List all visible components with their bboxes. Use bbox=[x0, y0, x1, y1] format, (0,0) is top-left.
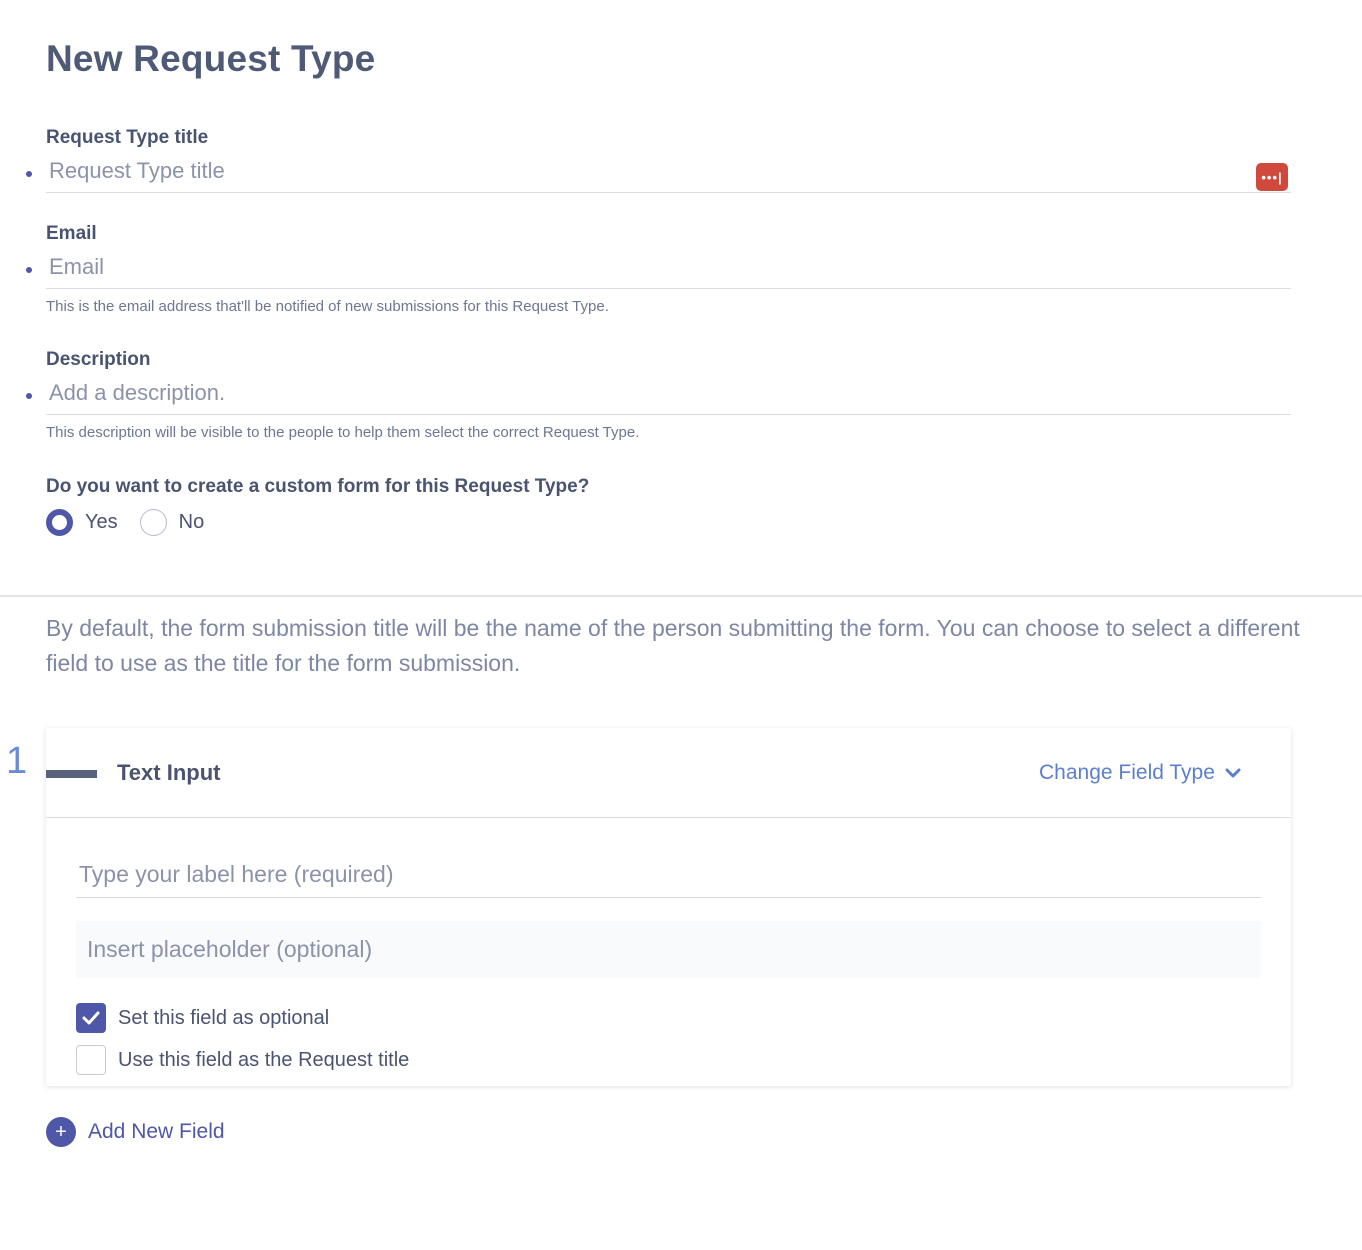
title-input-row: •••| bbox=[26, 149, 1291, 193]
bullet-icon bbox=[26, 267, 32, 273]
email-field-group: Email This is the email address that'll … bbox=[26, 223, 1291, 315]
request-title-checkbox-row: Use this field as the Request title bbox=[76, 1045, 409, 1075]
radio-no[interactable] bbox=[139, 509, 167, 536]
add-new-field-button[interactable]: + Add New Field bbox=[46, 1117, 225, 1147]
title-field-group: Request Type title •••| bbox=[26, 127, 1291, 193]
plus-icon: + bbox=[46, 1117, 76, 1147]
radio-no-label[interactable]: No bbox=[179, 511, 205, 534]
email-help-text: This is the email address that'll be not… bbox=[46, 298, 609, 315]
optional-checkbox[interactable] bbox=[76, 1003, 106, 1033]
custom-form-question: Do you want to create a custom form for … bbox=[46, 476, 590, 497]
change-field-type-label: Change Field Type bbox=[1039, 761, 1215, 784]
description-input[interactable] bbox=[49, 377, 1229, 409]
description-label: Description bbox=[46, 349, 151, 370]
bullet-icon bbox=[26, 171, 32, 177]
field-type-title: Text Input bbox=[117, 760, 221, 785]
radio-yes-label[interactable]: Yes bbox=[85, 511, 118, 534]
card-divider bbox=[46, 817, 1291, 818]
title-label: Request Type title bbox=[46, 127, 209, 148]
page-title: New Request Type bbox=[46, 38, 376, 79]
description-help-text: This description will be visible to the … bbox=[46, 424, 640, 441]
request-title-checkbox[interactable] bbox=[76, 1045, 106, 1075]
custom-form-radio-group: Yes No bbox=[46, 509, 226, 536]
page: New Request Type Request Type title •••|… bbox=[0, 0, 1362, 1250]
field-number: 1 bbox=[6, 740, 28, 782]
email-input[interactable] bbox=[49, 251, 1229, 283]
description-field-group: Description This description will be vis… bbox=[26, 349, 1291, 441]
bullet-icon bbox=[26, 393, 32, 399]
optional-checkbox-label[interactable]: Set this field as optional bbox=[118, 1007, 329, 1030]
radio-yes[interactable] bbox=[46, 509, 73, 536]
add-new-field-label: Add New Field bbox=[88, 1120, 225, 1143]
email-label: Email bbox=[46, 223, 97, 244]
change-field-type-button[interactable]: Change Field Type bbox=[1039, 761, 1241, 785]
section-divider bbox=[0, 595, 1362, 597]
email-input-row bbox=[26, 245, 1291, 289]
title-input[interactable] bbox=[49, 155, 1229, 187]
chevron-down-icon bbox=[1225, 768, 1241, 777]
password-manager-icon[interactable]: •••| bbox=[1256, 163, 1288, 191]
form-intro-text: By default, the form submission title wi… bbox=[46, 615, 1300, 676]
request-title-checkbox-label[interactable]: Use this field as the Request title bbox=[118, 1049, 409, 1072]
form-field-card: Text Input Change Field Type Set this fi… bbox=[46, 728, 1291, 1086]
description-input-row bbox=[26, 371, 1291, 415]
label-input-row bbox=[76, 854, 1261, 898]
checkmark-icon bbox=[82, 1011, 100, 1025]
drag-handle[interactable] bbox=[46, 770, 97, 778]
optional-checkbox-row: Set this field as optional bbox=[76, 1003, 329, 1033]
field-placeholder-input[interactable] bbox=[76, 921, 1261, 978]
field-label-input[interactable] bbox=[76, 854, 1261, 894]
